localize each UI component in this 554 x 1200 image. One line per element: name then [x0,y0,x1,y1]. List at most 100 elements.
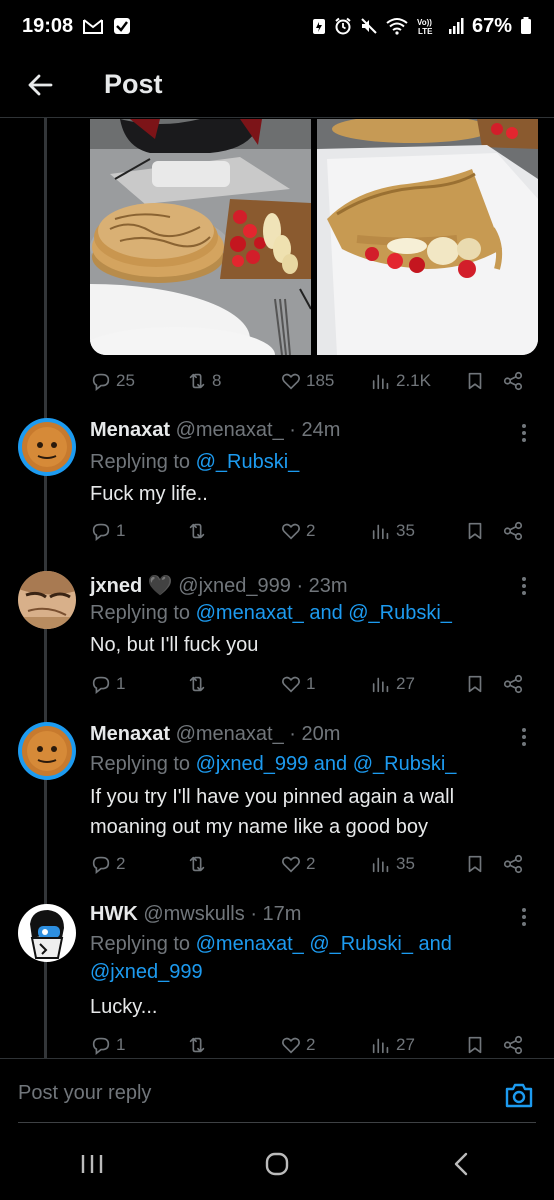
signal-icon [448,18,464,34]
avatar[interactable] [18,571,76,629]
reply-icon [92,1037,110,1055]
camera-icon[interactable] [504,1081,534,1109]
display-name[interactable]: jxned [90,575,142,597]
pancakes-plate-photo[interactable] [90,119,311,355]
views-icon [372,1038,389,1054]
repost-button[interactable] [186,670,212,698]
post-actions: 25 8 185 2.1K [90,367,530,395]
repost-icon [189,676,205,692]
share-icon [503,521,523,541]
views-button[interactable]: 35 [370,850,415,878]
reply-composer: Post your reply [0,1058,554,1128]
share-button[interactable] [502,517,524,545]
reply-button[interactable]: 1 [90,517,125,545]
reply-icon [92,523,110,541]
repost-count: 8 [212,371,222,390]
views-button[interactable]: 27 [370,1031,415,1059]
home-icon [265,1152,289,1176]
user-handle[interactable]: @jxned_999 [178,575,291,597]
views-count: 35 [396,521,415,540]
views-icon [372,857,389,873]
bookmark-icon [468,372,482,390]
page-title: Post [104,69,163,99]
reply-text: Fuck my life.. [90,483,208,505]
views-count: 27 [396,1035,415,1054]
timestamp: · 24m [289,419,341,441]
bookmark-button[interactable] [464,367,486,395]
user-handle[interactable]: @mwskulls [143,903,244,925]
repost-icon [189,856,205,872]
repost-button[interactable] [186,517,212,545]
like-count: 1 [306,674,316,693]
display-name[interactable]: Menaxat [90,723,170,745]
like-button[interactable]: 2 [280,517,315,545]
reply-button[interactable]: 25 [90,367,135,395]
bookmark-icon [468,855,482,873]
display-name[interactable]: HWK [90,903,138,925]
bookmark-button[interactable] [464,517,486,545]
like-count: 2 [306,521,316,540]
like-button[interactable]: 2 [280,1031,315,1059]
views-button[interactable]: 35 [370,517,415,545]
like-button[interactable]: 185 [280,367,334,395]
battery-icon [521,17,531,34]
user-handle[interactable]: @menaxat_ [176,723,284,745]
share-icon [503,854,523,874]
reply-actions: 1 1 27 [90,670,530,698]
crepe-with-fruit-photo[interactable] [317,119,538,355]
back-button[interactable] [0,52,80,118]
volte-icon: Vo))LTE [417,18,433,35]
more-options-button[interactable] [516,421,532,445]
status-time: 19:08 [22,14,74,37]
reply-icon [92,676,110,694]
recent-apps-icon [82,1155,103,1173]
like-button[interactable]: 2 [280,850,315,878]
views-icon [372,524,389,540]
battery-percent: 67% [471,14,512,37]
reply-button[interactable]: 1 [90,1031,125,1059]
wifi-icon [386,18,408,35]
reply-button[interactable]: 2 [90,850,125,878]
home-button[interactable] [247,1134,307,1194]
avatar[interactable] [18,904,76,962]
reply-button[interactable]: 1 [90,670,125,698]
bookmark-button[interactable] [464,670,486,698]
more-options-button[interactable] [516,905,532,929]
reply-input[interactable]: Post your reply [18,1082,151,1105]
like-count: 185 [306,371,335,390]
bookmark-button[interactable] [464,850,486,878]
share-button[interactable] [502,367,524,395]
reply-text-line: moaning out my name like a good boy [90,816,428,838]
share-button[interactable] [502,1031,524,1059]
battery-saver-icon [312,19,325,34]
views-icon [372,677,389,693]
repost-button[interactable]: 8 [186,367,221,395]
repost-button[interactable] [186,850,212,878]
repost-button[interactable] [186,1031,212,1059]
mention-link[interactable]: @_Rubski_ [196,451,300,473]
replying-to: Replying to @menaxat_ and @_Rubski_ [90,602,452,624]
status-bar: 19:08 Vo)) LTE 67% [0,0,554,52]
share-button[interactable] [502,850,524,878]
avatar[interactable] [18,418,76,476]
like-button[interactable]: 1 [280,670,315,698]
mention-link[interactable]: @menaxat_ and @_Rubski_ [196,602,452,624]
mention-link[interactable]: @jxned_999 and @_Rubski_ [196,753,457,775]
system-back-button[interactable] [432,1134,492,1194]
avatar[interactable] [18,722,76,780]
heart-icon [282,523,300,540]
more-options-button[interactable] [516,725,532,749]
views-button[interactable]: 2.1K [370,367,431,395]
more-options-button[interactable] [516,574,532,598]
views-button[interactable]: 27 [370,670,415,698]
mention-link[interactable]: @menaxat_ @_Rubski_ and [196,933,452,955]
mention-link[interactable]: @jxned_999 [90,961,203,983]
reply-count: 1 [116,1035,126,1054]
bookmark-button[interactable] [464,1031,486,1059]
share-button[interactable] [502,670,524,698]
reply-icon [92,373,110,391]
recent-apps-button[interactable] [62,1134,122,1194]
display-name[interactable]: Menaxat [90,419,170,441]
user-handle[interactable]: @menaxat_ [176,419,284,441]
replying-to: Replying to @menaxat_ @_Rubski_ and [90,933,452,955]
